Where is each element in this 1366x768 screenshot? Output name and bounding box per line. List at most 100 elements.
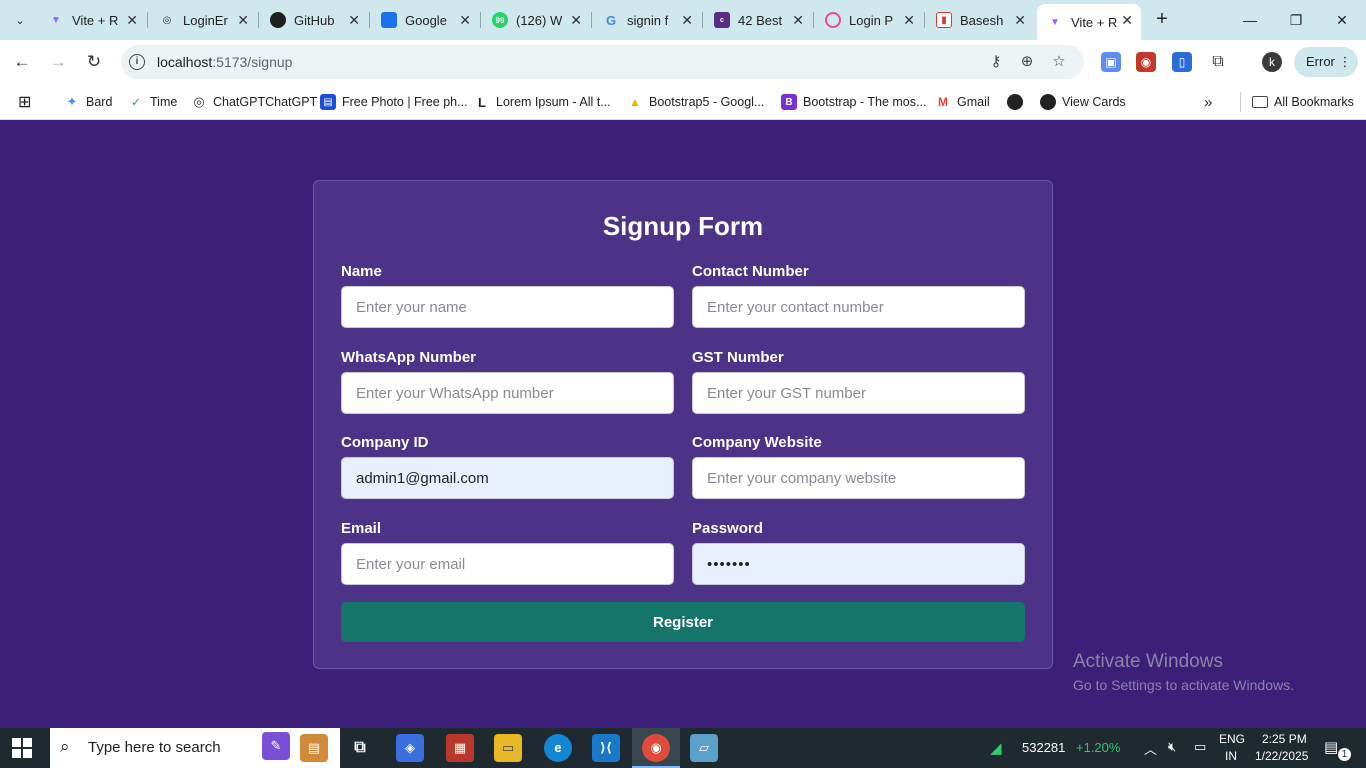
all-bookmarks-folder[interactable]: All Bookmarks <box>1252 92 1354 112</box>
more-bookmarks-chevron-icon[interactable]: » <box>1204 92 1212 112</box>
tab-title: Login P <box>849 12 894 28</box>
password-input[interactable] <box>692 543 1025 585</box>
bookmark-gmail[interactable]: M Gmail <box>935 92 990 112</box>
notepad-icon[interactable]: ▱ <box>690 734 718 762</box>
vscode-icon[interactable]: ⟩⟨ <box>592 734 620 762</box>
minimize-icon[interactable]: — <box>1230 6 1270 34</box>
bard-sparkle-icon: ✦ <box>66 94 78 109</box>
tab-title: 42 Best <box>738 12 783 28</box>
tab-whatsapp[interactable]: 99 (126) W ✕ <box>482 4 590 36</box>
more-vert-icon: ⋮ <box>1338 54 1352 69</box>
gst-number-input[interactable] <box>692 372 1025 414</box>
freepik-icon: ▤ <box>320 94 336 110</box>
back-arrow-icon[interactable]: ← <box>10 50 34 74</box>
whatsapp-icon: 99 <box>492 12 508 28</box>
whatsapp-number-input[interactable] <box>341 372 674 414</box>
close-tab-icon[interactable]: ✕ <box>1121 12 1133 29</box>
close-tab-icon[interactable]: ✕ <box>681 12 693 29</box>
google-icon: G <box>605 12 617 28</box>
speaker-muted-icon[interactable]: 🔇︎ <box>1168 739 1176 755</box>
register-button[interactable]: Register <box>341 602 1025 642</box>
tab-google-search[interactable]: G signin f ✕ <box>593 4 701 36</box>
bookmark-view-cards[interactable]: View Cards <box>1040 92 1126 112</box>
tab-github[interactable]: GitHub ✕ <box>260 4 368 36</box>
tab-vite-1[interactable]: ▼ Vite + R ✕ <box>38 4 146 36</box>
extension-copy-icon[interactable]: ▣ <box>1101 52 1121 72</box>
tab-vite-active[interactable]: ▼ Vite + R ✕ <box>1037 4 1141 40</box>
folder-icon <box>1252 96 1268 108</box>
close-tab-icon[interactable]: ✕ <box>570 12 582 29</box>
bookmark-chatgpt[interactable]: ◎ ChatGPTChatGPT <box>191 92 317 112</box>
tab-title: Vite + R <box>1071 14 1118 30</box>
bookmark-globe[interactable] <box>1007 92 1029 112</box>
notification-icon[interactable]: ▤ <box>1324 738 1338 756</box>
clock-date[interactable]: 1/22/2025 <box>1255 749 1308 763</box>
apps-grid-icon[interactable]: ⊞ <box>18 92 31 112</box>
close-tab-icon[interactable]: ✕ <box>792 12 804 29</box>
new-tab-plus-icon[interactable]: + <box>1150 8 1174 32</box>
key-icon[interactable]: ⚷ <box>987 53 1005 71</box>
bookmark-bootstrap[interactable]: B Bootstrap - The mos... <box>781 92 926 112</box>
tab-title: (126) W <box>516 12 563 28</box>
file-explorer-icon[interactable]: ▭ <box>494 734 522 762</box>
globe-icon <box>1007 94 1023 110</box>
gmail-icon: M <box>938 95 948 109</box>
bookmark-lorem-ipsum[interactable]: L Lorem Ipsum - All t... <box>474 92 611 112</box>
tab-title: signin f <box>627 12 669 28</box>
name-input[interactable] <box>341 286 674 328</box>
close-tab-icon[interactable]: ✕ <box>126 12 138 29</box>
bookmark-free-photo[interactable]: ▤ Free Photo | Free ph... <box>320 92 468 112</box>
address-bar[interactable]: i localhost:5173/signup ⚷ ⊕ ☆ <box>121 45 1084 79</box>
tray-chevron-up-icon[interactable]: ︿ <box>1144 739 1157 758</box>
restore-icon[interactable]: ❐ <box>1276 6 1316 34</box>
chrome-icon[interactable]: ◉ <box>642 734 670 762</box>
colorlib-icon: c <box>714 12 730 28</box>
bookmark-bootstrap5-drive[interactable]: ▲ Bootstrap5 - Googl... <box>627 92 764 112</box>
battery-icon[interactable]: ▭ <box>1194 739 1206 755</box>
edge-icon[interactable]: e <box>544 734 572 762</box>
tab-basesh[interactable]: ▮ Basesh ✕ <box>926 4 1034 36</box>
reload-icon[interactable]: ↻ <box>82 50 106 74</box>
forward-arrow-icon[interactable]: → <box>46 50 70 74</box>
tab-search-chevron-icon[interactable]: ⌄ <box>8 8 32 32</box>
error-button[interactable]: Error ⋮ <box>1294 47 1358 77</box>
taskbar-search-box[interactable]: ⌕ Type here to search ✎ ▤ <box>50 728 340 768</box>
task-view-icon[interactable]: ⧉ <box>346 734 374 762</box>
tab-colorlib[interactable]: c 42 Best ✕ <box>704 4 812 36</box>
vite-icon: ▼ <box>1050 16 1060 28</box>
stock-chart-icon[interactable]: ◢ <box>990 739 1002 757</box>
company-id-label: Company ID <box>341 434 429 451</box>
bookmark-bard[interactable]: ✦ Bard <box>64 92 113 112</box>
copilot-icon[interactable]: ◈ <box>396 734 424 762</box>
extension-record-icon[interactable]: ◉ <box>1136 52 1156 72</box>
clock-time[interactable]: 2:25 PM <box>1262 732 1307 746</box>
language-eng[interactable]: ENG <box>1219 732 1245 746</box>
site-info-icon[interactable]: i <box>129 54 145 70</box>
close-window-icon[interactable]: ✕ <box>1322 6 1362 34</box>
bookmark-time[interactable]: ✓ Time <box>128 92 177 112</box>
profile-avatar[interactable]: k <box>1262 52 1282 72</box>
windows-start-icon[interactable] <box>12 738 32 758</box>
close-tab-icon[interactable]: ✕ <box>1014 12 1026 29</box>
extension-clipboard-icon[interactable]: ▯ <box>1172 52 1192 72</box>
close-tab-icon[interactable]: ✕ <box>237 12 249 29</box>
close-tab-icon[interactable]: ✕ <box>348 12 360 29</box>
company-website-input[interactable] <box>692 457 1025 499</box>
company-id-input[interactable] <box>341 457 674 499</box>
tab-dribbble-login[interactable]: Login P ✕ <box>815 4 923 36</box>
language-in[interactable]: IN <box>1225 749 1237 763</box>
extensions-puzzle-icon[interactable]: ⧉ <box>1208 52 1228 72</box>
openai-icon: ◎ <box>193 94 205 109</box>
search-highlight-docs-icon: ▤ <box>300 734 328 762</box>
contact-number-input[interactable] <box>692 286 1025 328</box>
tab-title: Vite + R <box>72 12 119 28</box>
winrar-icon[interactable]: ▦ <box>446 734 474 762</box>
tab-google-drive[interactable]: Google ✕ <box>371 4 479 36</box>
zoom-icon[interactable]: ⊕ <box>1018 53 1036 71</box>
close-tab-icon[interactable]: ✕ <box>459 12 471 29</box>
email-label: Email <box>341 520 382 537</box>
close-tab-icon[interactable]: ✕ <box>903 12 915 29</box>
email-input[interactable] <box>341 543 674 585</box>
bookmark-star-icon[interactable]: ☆ <box>1050 53 1068 71</box>
tab-login-error[interactable]: ◎ LoginEr ✕ <box>149 4 257 36</box>
